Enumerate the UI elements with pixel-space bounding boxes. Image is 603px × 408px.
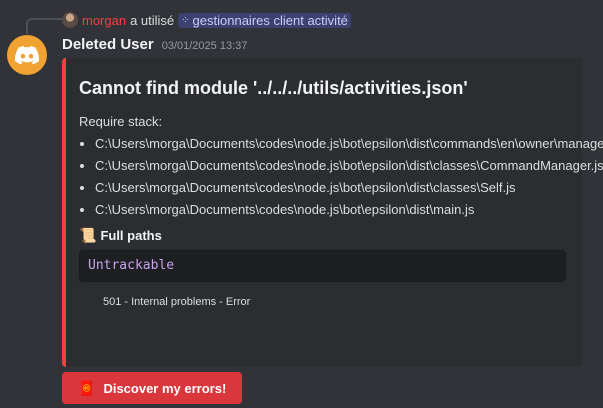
stack-item: C:\Users\morga\Documents\codes\node.js\b… (95, 135, 603, 153)
app-command-icon: ⁘ (181, 14, 190, 26)
scroll-icon: 📜 (79, 227, 97, 243)
reply-command-label: gestionnaires client activité (192, 12, 348, 28)
embed-footer: 501 - Internal problems - Error (103, 296, 251, 308)
field-name-label: Full paths (100, 228, 162, 243)
reply-used-text: a utilisé (130, 12, 175, 28)
avatar[interactable] (7, 35, 47, 75)
message-header: Deleted User 03/01/2025 13:37 (62, 36, 247, 53)
discord-logo-icon (15, 46, 39, 64)
reply-avatar[interactable] (62, 12, 78, 28)
reply-command[interactable]: ⁘ gestionnaires client activité (178, 12, 351, 28)
stack-list: C:\Users\morga\Documents\codes\node.js\b… (79, 135, 603, 219)
message-timestamp[interactable]: 03/01/2025 13:37 (162, 40, 248, 52)
reply-context[interactable]: morgan a utilisé ⁘ gestionnaires client … (62, 11, 351, 29)
stack-item: C:\Users\morga\Documents\codes\node.js\b… (95, 157, 603, 175)
stack-item: C:\Users\morga\Documents\codes\node.js\b… (95, 179, 566, 197)
reply-username[interactable]: morgan (82, 13, 126, 28)
field-code-block: Untrackable (79, 250, 566, 282)
embed-description: Require stack: (79, 114, 163, 129)
discover-errors-label: Discover my errors! (103, 380, 227, 396)
discover-errors-button[interactable]: 🧧 Discover my errors! (62, 372, 243, 404)
author-name[interactable]: Deleted User (62, 36, 154, 53)
field-title: 📜 Full paths (79, 227, 566, 244)
embed-title: Cannot find module '../../../utils/activ… (79, 78, 468, 98)
stack-item: C:\Users\morga\Documents\codes\node.js\b… (95, 201, 566, 219)
error-embed: Cannot find module '../../../utils/activ… (62, 58, 603, 367)
red-envelope-icon: 🧧 (78, 379, 96, 396)
reply-connector (26, 18, 62, 34)
